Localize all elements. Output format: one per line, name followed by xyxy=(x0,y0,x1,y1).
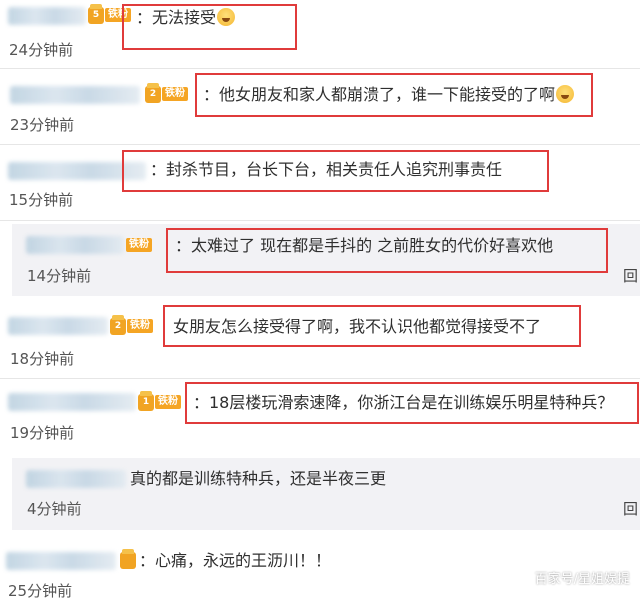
username-blurred[interactable] xyxy=(8,7,86,25)
fan-badge xyxy=(120,548,137,569)
highlight-box xyxy=(166,228,608,273)
comment-time: 23分钟前 xyxy=(10,116,75,134)
comment-item: 5 铁粉 ：无法接受 24分钟前 xyxy=(0,0,640,70)
comment-item: 2 铁粉 女朋友怎么接受得了啊，我不认识他都觉得接受不了 18分钟前 xyxy=(0,300,640,378)
comment-time: 15分钟前 xyxy=(9,191,74,209)
username-blurred[interactable] xyxy=(26,470,126,488)
comment-text: 真的都是训练特种兵，还是半夜三更 xyxy=(130,469,387,488)
username-blurred[interactable] xyxy=(8,317,108,335)
highlight-box xyxy=(163,305,581,347)
comment-time: 18分钟前 xyxy=(10,350,75,368)
watermark: 百家号/星姐娱提 xyxy=(534,572,630,587)
highlight-box xyxy=(122,150,549,192)
comment-item: 1 铁粉 ：18层楼玩滑索速降，你浙江台是在训练娱乐明星特种兵？ 19分钟前 xyxy=(0,379,640,454)
comment-time: 4分钟前 xyxy=(27,500,82,518)
comment-item: ：心痛，永远的王沥川！！ 25分钟前 百家号/星姐娱提 xyxy=(0,538,640,600)
username-blurred[interactable] xyxy=(10,86,140,104)
highlight-box xyxy=(122,4,297,50)
username-blurred[interactable] xyxy=(6,552,116,570)
comment-time: 25分钟前 xyxy=(8,582,73,600)
fan-label: 铁粉 xyxy=(155,395,181,409)
crown-icon: 1 xyxy=(138,390,154,411)
fan-label: 铁粉 xyxy=(126,238,152,252)
fan-badge: 1 铁粉 xyxy=(138,390,181,411)
crown-icon: 5 xyxy=(88,3,104,24)
highlight-box xyxy=(185,382,639,424)
fan-badge: 2 铁粉 xyxy=(145,82,188,103)
divider xyxy=(0,220,640,221)
fan-label: 铁粉 xyxy=(127,319,153,333)
highlight-box xyxy=(195,73,593,117)
fan-label: 铁粉 xyxy=(162,87,188,101)
comment-time: 19分钟前 xyxy=(10,424,75,442)
crown-icon xyxy=(120,548,136,569)
username-blurred[interactable] xyxy=(26,236,124,254)
comment-item: 2 铁粉 ：他女朋友和家人都崩溃了，谁一下能接受的了啊 23分钟前 xyxy=(0,69,640,144)
comment-item: ：封杀节目，台长下台，相关责任人追究刑事责任 15分钟前 xyxy=(0,145,640,220)
reply-icon[interactable]: 回 xyxy=(623,265,638,286)
username-blurred[interactable] xyxy=(8,393,136,411)
fan-badge: 铁粉 xyxy=(126,236,152,254)
reply-item: 铁粉 ：太难过了 现在都是手抖的 之前胜女的代价好喜欢他 14分钟前 回 xyxy=(12,224,640,296)
crown-icon: 2 xyxy=(110,314,126,335)
crown-icon: 2 xyxy=(145,82,161,103)
comment-text: ：心痛，永远的王沥川！！ xyxy=(139,551,332,570)
reply-item: 真的都是训练特种兵，还是半夜三更 4分钟前 回 xyxy=(12,458,640,530)
fan-badge: 2 铁粉 xyxy=(110,314,153,335)
comment-time: 24分钟前 xyxy=(9,41,74,59)
reply-icon[interactable]: 回 xyxy=(623,498,638,519)
comment-time: 14分钟前 xyxy=(27,267,92,285)
